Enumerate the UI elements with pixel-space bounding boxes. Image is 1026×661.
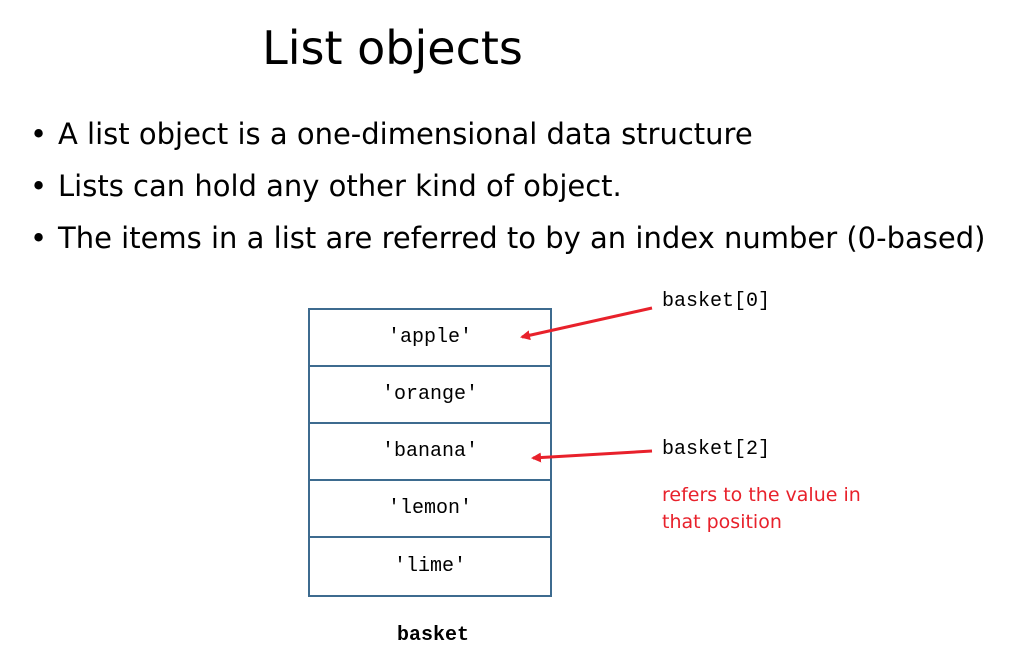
- bullet-item: Lists can hold any other kind of object.: [30, 160, 985, 212]
- list-variable-name: basket: [396, 624, 469, 647]
- slide-title: List objects: [262, 21, 523, 75]
- list-cell-2: 'banana': [310, 424, 550, 481]
- list-cell-0: 'apple': [310, 310, 550, 367]
- bullet-item: A list object is a one-dimensional data …: [30, 108, 985, 160]
- bullet-list: A list object is a one-dimensional data …: [30, 108, 985, 264]
- bullet-item: The items in a list are referred to by a…: [30, 212, 985, 264]
- index-label-2: basket[2]: [662, 438, 771, 461]
- list-cell-3: 'lemon': [310, 481, 550, 538]
- list-diagram: 'apple' 'orange' 'banana' 'lemon' 'lime': [308, 308, 552, 597]
- list-cell-4: 'lime': [393, 555, 466, 578]
- annotation-note: refers to the value in that position: [662, 484, 861, 533]
- list-cell-1: 'orange': [310, 367, 550, 424]
- index-label-0: basket[0]: [662, 290, 771, 313]
